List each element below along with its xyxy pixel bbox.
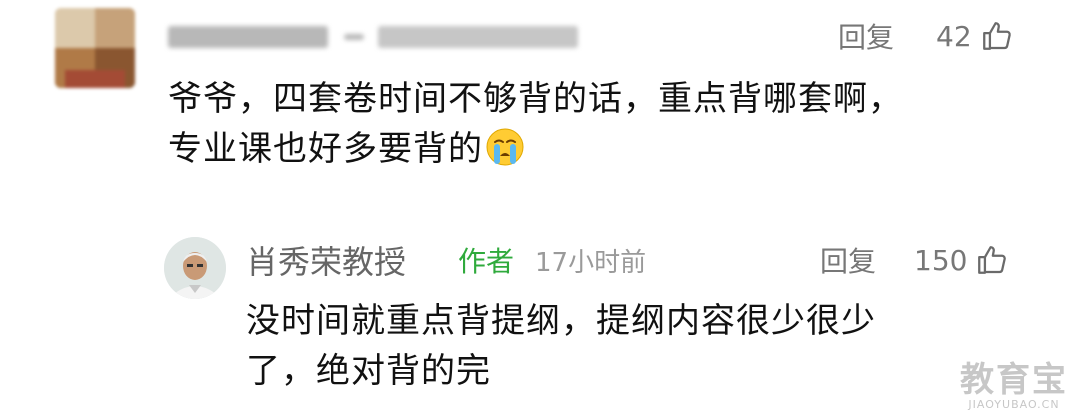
thumbs-up-icon	[982, 22, 1011, 50]
reply-text-line-2: 了，绝对背的完	[246, 351, 491, 391]
thumbs-up-icon	[978, 246, 1007, 274]
author-badge: 作者	[458, 245, 515, 278]
watermark-url: JIAOYUBAO.CN	[968, 398, 1060, 411]
comment-actions: 回复 42	[838, 16, 1014, 56]
watermark-logo: 教育宝 JIAOYUBAO.CN	[960, 362, 1068, 411]
commenter-avatar-blurred[interactable]	[55, 8, 135, 88]
reply-button[interactable]: 回复	[838, 16, 894, 56]
comment-item: 回复 42 爷爷，四套卷时间不够背的话，重点背哪套啊， 专业课也好多要背的	[0, 0, 1080, 205]
reply-like-button[interactable]: 150	[914, 243, 1009, 277]
crying-face-emoji-icon	[486, 128, 524, 166]
comment-text-line-1: 爷爷，四套卷时间不够背的话，重点背哪套啊，	[168, 79, 903, 119]
commenter-name-blurred[interactable]	[168, 20, 578, 54]
reply-actions: 回复 150	[820, 240, 1009, 280]
reply-timestamp: 17小时前	[535, 248, 647, 278]
comment-text: 爷爷，四套卷时间不够背的话，重点背哪套啊， 专业课也好多要背的	[168, 74, 1028, 174]
reply-text-line-1: 没时间就重点背提纲，提纲内容很少很少	[246, 301, 876, 341]
reply-like-count: 150	[914, 243, 968, 277]
like-button[interactable]: 42	[936, 19, 1014, 53]
reply-author-avatar[interactable]	[164, 237, 226, 299]
comment-text-line-2: 专业课也好多要背的	[168, 129, 483, 169]
watermark-brand: 教育宝	[960, 360, 1068, 400]
reply-text: 没时间就重点背提纲，提纲内容很少很少 了，绝对背的完	[246, 296, 986, 396]
avatar-portrait	[164, 237, 226, 299]
reply-author-name[interactable]: 肖秀荣教授	[246, 237, 406, 283]
like-count: 42	[936, 19, 972, 53]
reply-reply-button[interactable]: 回复	[820, 240, 876, 280]
